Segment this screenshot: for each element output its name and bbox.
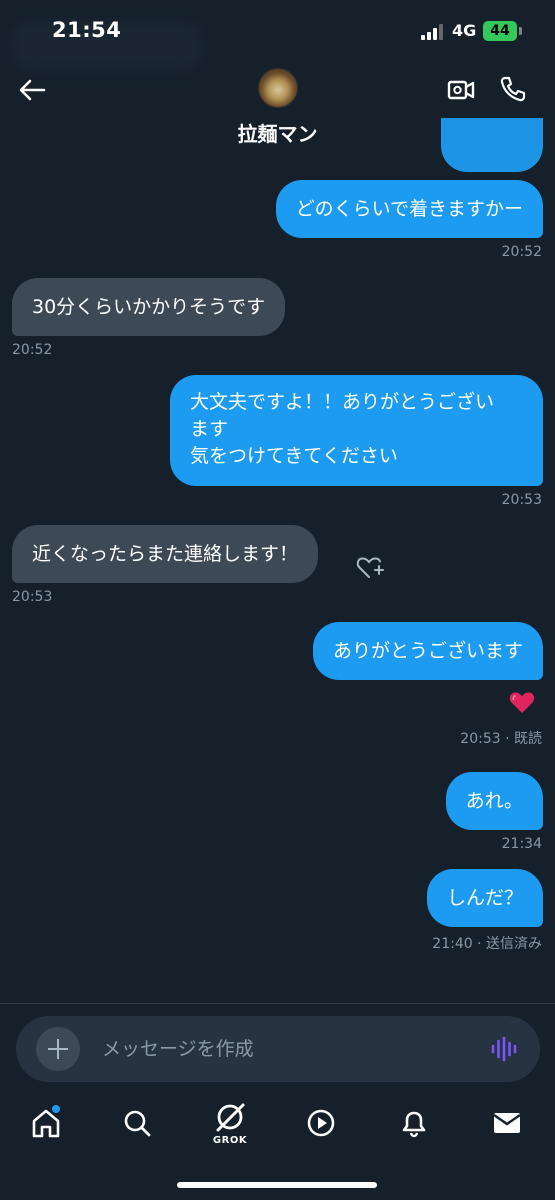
message-sent-status: 21:40 · 送信済み [432, 936, 542, 952]
video-call-icon[interactable] [446, 75, 476, 105]
bell-icon[interactable] [394, 1103, 434, 1143]
message-composer [16, 1016, 540, 1082]
message-bubble-received[interactable]: 近くなったらまた連絡します！ [12, 525, 319, 583]
message-timestamp: 20:52 [12, 342, 53, 358]
message-read-status: 20:53 · 既読 [460, 731, 542, 747]
phone-call-icon[interactable] [498, 74, 528, 104]
status-time: 21:54 [52, 18, 122, 42]
battery-level: 44 [483, 21, 517, 41]
message-bubble-sent[interactable]: 大文夫ですよ！！ありがとうござい ます 気をつけてきてください [170, 375, 543, 486]
message-bubble-clipped [441, 118, 543, 172]
message-timestamp: 21:34 [501, 836, 542, 852]
message-input[interactable] [102, 1032, 462, 1066]
battery-icon [519, 27, 522, 35]
voice-message-icon[interactable] [490, 1036, 518, 1062]
signal-strength-icon [421, 24, 445, 40]
back-arrow-icon[interactable] [18, 76, 46, 104]
message-bubble-sent[interactable]: ありがとうございます [312, 622, 543, 680]
message-timestamp: 20:52 [501, 244, 542, 260]
divider [0, 1003, 555, 1004]
add-reaction-heart-icon[interactable] [354, 552, 384, 582]
message-bubble-sent[interactable]: しんだ？ [426, 869, 543, 927]
status-bar: 21:54 4G 44 [0, 0, 555, 70]
play-icon[interactable] [301, 1103, 341, 1143]
grok-tab-label: GROK [212, 1135, 248, 1146]
home-notification-dot [52, 1105, 60, 1113]
network-type: 4G [452, 21, 477, 40]
message-bubble-sent[interactable]: どのくらいで着きますかー [275, 180, 543, 238]
message-bubble-received[interactable]: 30分くらいかかりそうです [12, 278, 286, 336]
mail-icon[interactable] [487, 1103, 527, 1143]
add-attachment-button[interactable] [36, 1027, 80, 1071]
message-timestamp: 20:53 [501, 492, 542, 508]
home-icon[interactable] [26, 1103, 66, 1143]
message-bubble-sent[interactable]: あれ。 [445, 772, 543, 830]
home-indicator [177, 1182, 377, 1188]
search-icon[interactable] [117, 1103, 157, 1143]
message-timestamp: 20:53 [12, 589, 53, 605]
avatar[interactable] [258, 68, 298, 108]
grok-icon[interactable] [210, 1099, 250, 1139]
bottom-tab-bar [0, 1095, 555, 1165]
heart-reaction-icon[interactable] [508, 689, 536, 715]
